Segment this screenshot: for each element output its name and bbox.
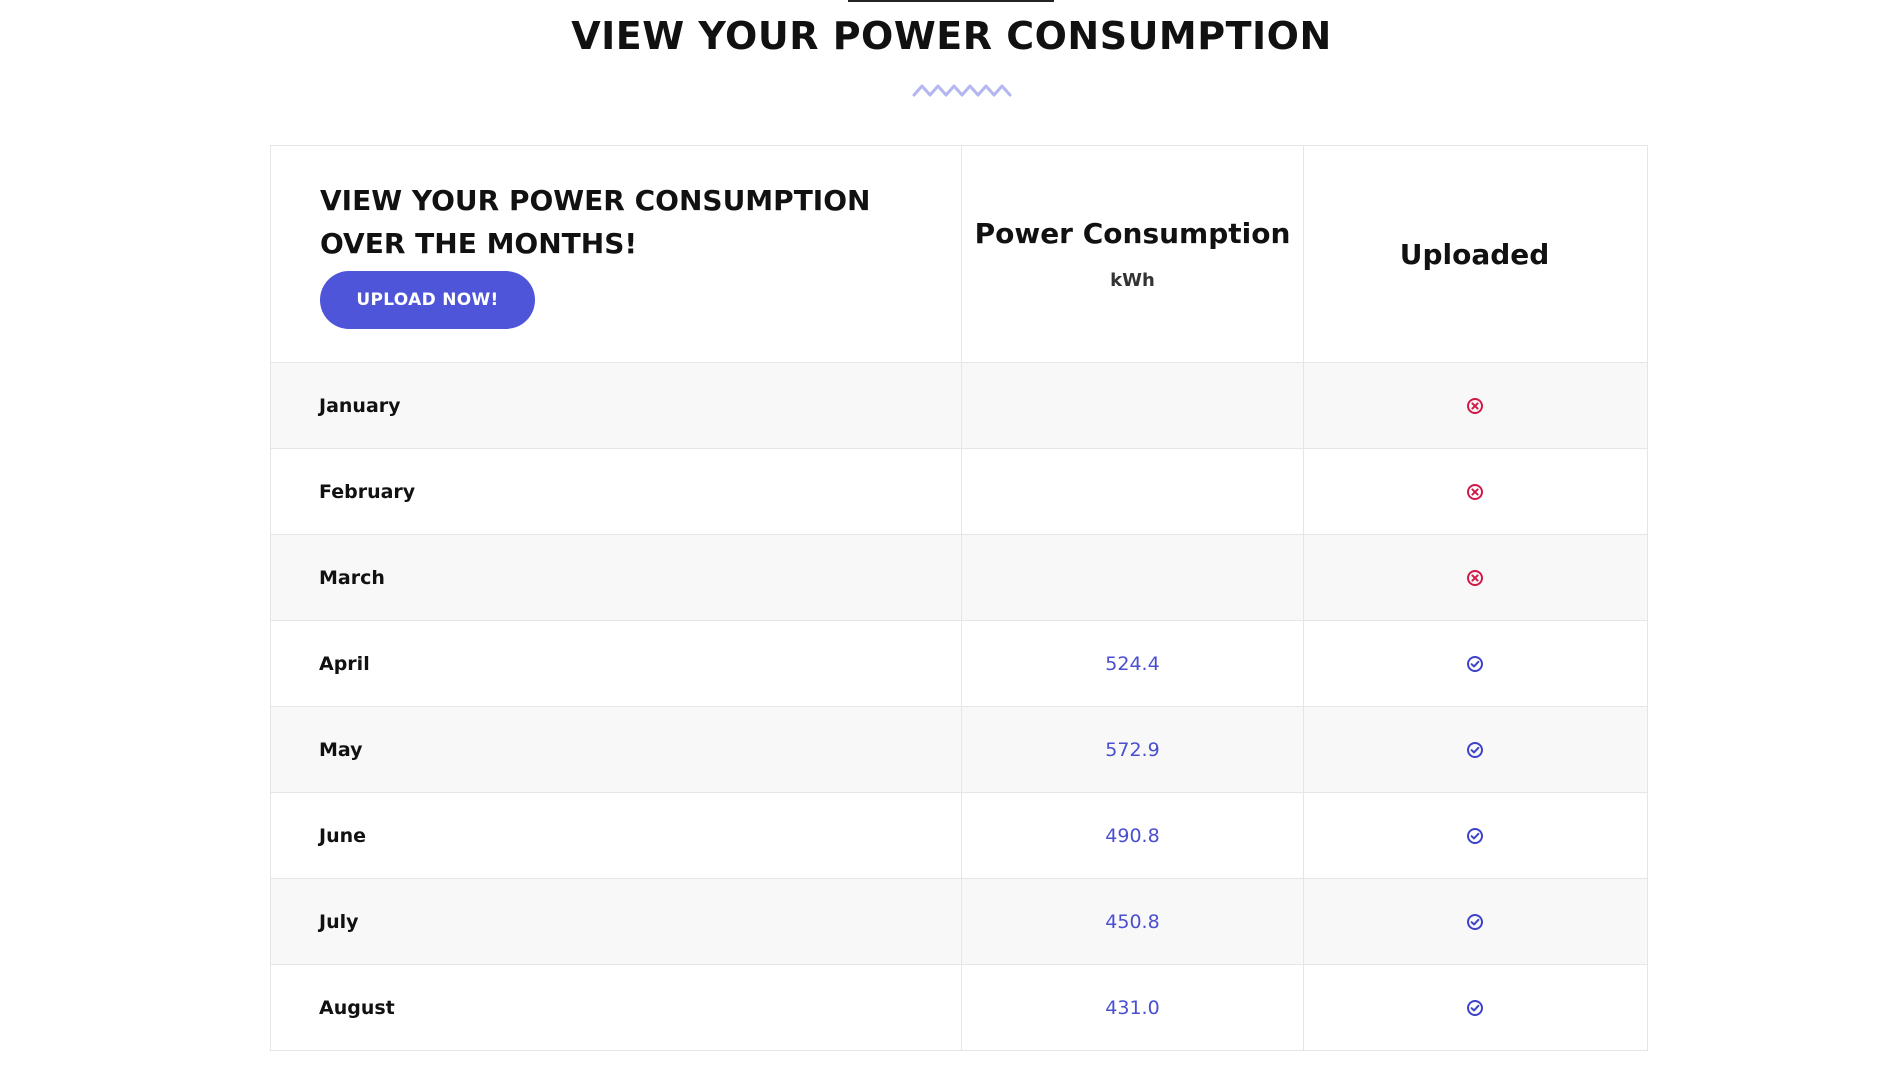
power-column-title: Power Consumption (974, 217, 1291, 250)
consumption-cell (962, 449, 1304, 534)
consumption-value: 490.8 (1105, 824, 1160, 847)
intro-title: VIEW YOUR POWER CONSUMPTION OVER THE MON… (320, 184, 871, 260)
page: VIEW YOUR POWER CONSUMPTION VIEW YOUR PO… (0, 0, 1903, 1080)
table-row: March (271, 535, 1647, 621)
month-label: July (319, 910, 359, 933)
month-cell: January (271, 363, 962, 448)
consumption-cell (962, 535, 1304, 620)
consumption-table: VIEW YOUR POWER CONSUMPTION OVER THE MON… (270, 145, 1648, 1051)
table-row: February (271, 449, 1647, 535)
consumption-value: 524.4 (1105, 652, 1160, 675)
month-label: March (319, 566, 385, 589)
table-row: January (271, 363, 1647, 449)
intro-cell: VIEW YOUR POWER CONSUMPTION OVER THE MON… (271, 146, 962, 362)
month-cell: March (271, 535, 962, 620)
zigzag-divider-icon (912, 84, 1012, 97)
check-circle-icon (1466, 655, 1483, 672)
month-label: January (319, 394, 401, 417)
consumption-cell: 431.0 (962, 965, 1304, 1050)
table-body: January February March April 524.4 May 572.9 Ju… (271, 363, 1647, 1051)
uploaded-cell (1304, 707, 1645, 792)
check-circle-icon (1466, 741, 1483, 758)
top-divider (848, 0, 1054, 2)
upload-now-button[interactable]: UPLOAD NOW! (320, 271, 535, 329)
uploaded-cell (1304, 363, 1645, 448)
month-cell: July (271, 879, 962, 964)
consumption-value: 572.9 (1105, 738, 1160, 761)
consumption-cell: 490.8 (962, 793, 1304, 878)
x-circle-icon (1466, 397, 1483, 414)
consumption-value: 450.8 (1105, 910, 1160, 933)
uploaded-cell (1304, 965, 1645, 1050)
month-label: May (319, 738, 363, 761)
x-circle-icon (1466, 569, 1483, 586)
check-circle-icon (1466, 913, 1483, 930)
month-label: August (319, 996, 395, 1019)
power-column-header: Power Consumption kWh (962, 146, 1304, 362)
uploaded-cell (1304, 879, 1645, 964)
table-row: April 524.4 (271, 621, 1647, 707)
check-circle-icon (1466, 827, 1483, 844)
consumption-value: 431.0 (1105, 996, 1160, 1019)
uploaded-column-header: Uploaded (1304, 146, 1645, 362)
month-cell: June (271, 793, 962, 878)
power-column-unit: kWh (1110, 270, 1155, 291)
month-cell: April (271, 621, 962, 706)
month-label: June (319, 824, 367, 847)
month-label: April (319, 652, 370, 675)
table-row: July 450.8 (271, 879, 1647, 965)
uploaded-cell (1304, 793, 1645, 878)
consumption-cell (962, 363, 1304, 448)
consumption-cell: 572.9 (962, 707, 1304, 792)
consumption-cell: 450.8 (962, 879, 1304, 964)
consumption-cell: 524.4 (962, 621, 1304, 706)
page-title: VIEW YOUR POWER CONSUMPTION (571, 14, 1332, 58)
check-circle-icon (1466, 999, 1483, 1016)
x-circle-icon (1466, 483, 1483, 500)
table-header-row: VIEW YOUR POWER CONSUMPTION OVER THE MON… (271, 146, 1647, 363)
month-cell: August (271, 965, 962, 1050)
month-cell: May (271, 707, 962, 792)
table-row: May 572.9 (271, 707, 1647, 793)
table-row: June 490.8 (271, 793, 1647, 879)
uploaded-column-title: Uploaded (1399, 237, 1550, 271)
month-cell: February (271, 449, 962, 534)
uploaded-cell (1304, 621, 1645, 706)
uploaded-cell (1304, 535, 1645, 620)
month-label: February (319, 480, 416, 503)
table-row: August 431.0 (271, 965, 1647, 1051)
uploaded-cell (1304, 449, 1645, 534)
